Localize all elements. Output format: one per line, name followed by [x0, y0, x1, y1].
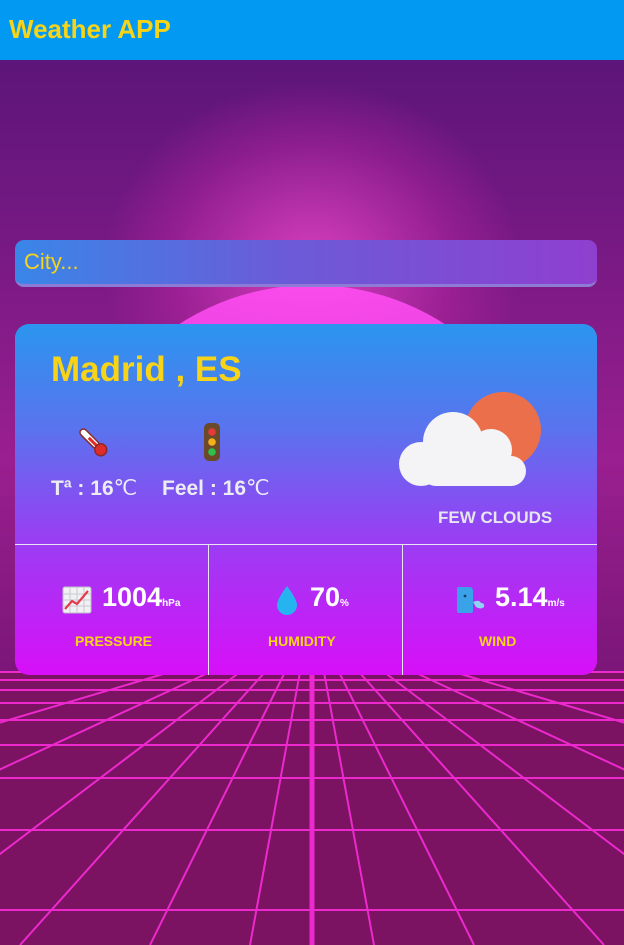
- temperature-unit: ℃: [113, 476, 138, 500]
- city-search-input[interactable]: [15, 240, 597, 284]
- weather-card: Madrid , ES Tª : 16℃ Feel : 16℃ FEW CLOU…: [15, 324, 597, 675]
- card-divider: [15, 544, 597, 545]
- traffic-light-icon: [200, 422, 224, 467]
- pressure-unit: hPa: [162, 598, 181, 609]
- wind-unit: m/s: [547, 598, 565, 609]
- temperature-value: Tª : 16: [51, 477, 114, 500]
- wind-face-icon: [455, 585, 487, 620]
- thermometer-icon: [73, 422, 113, 467]
- few-clouds-icon: [391, 384, 551, 499]
- droplet-icon: [275, 585, 299, 620]
- wind-label: WIND: [479, 633, 517, 649]
- pressure-readout: 1004hPa: [102, 582, 180, 613]
- app-bar: Weather APP: [0, 0, 624, 60]
- temperature-readout: Tª : 16℃: [51, 476, 137, 501]
- stat-divider-2: [402, 545, 403, 675]
- weather-description: FEW CLOUDS: [438, 508, 553, 527]
- wind-readout: 5.14m/s: [495, 582, 565, 613]
- humidity-label: HUMIDITY: [268, 633, 336, 649]
- feels-like-value: Feel : 16: [162, 477, 247, 500]
- location-title: Madrid , ES: [51, 350, 242, 389]
- humidity-value: 70: [310, 582, 341, 612]
- stat-divider-1: [208, 545, 209, 675]
- pressure-value: 1004: [102, 582, 163, 612]
- feels-like-unit: ℃: [246, 476, 270, 500]
- city-search-box[interactable]: [15, 240, 597, 287]
- chart-icon: [62, 586, 92, 619]
- pressure-label: PRESSURE: [75, 633, 153, 649]
- humidity-unit: %: [340, 598, 349, 609]
- app-title: Weather APP: [9, 14, 171, 44]
- humidity-readout: 70%: [310, 582, 349, 613]
- feels-like-readout: Feel : 16℃: [162, 476, 270, 501]
- wind-value: 5.14: [495, 582, 548, 612]
